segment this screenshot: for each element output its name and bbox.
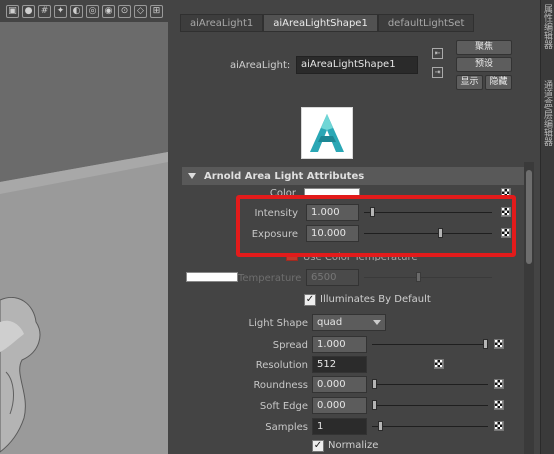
- viewport-scene: [0, 22, 168, 454]
- soft-edge-label: Soft Edge: [259, 401, 308, 412]
- attribute-editor-side-tab[interactable]: 属性编辑器: [542, 4, 554, 68]
- show-button[interactable]: 显示: [456, 75, 483, 90]
- camera-icon[interactable]: ◎: [86, 4, 99, 18]
- resolution-map-icon[interactable]: [434, 359, 444, 369]
- spread-label: Spread: [272, 340, 308, 351]
- samples-slider-track[interactable]: [372, 426, 488, 427]
- node-name-row: aiAreaLight: aiAreaLightShape1: [230, 56, 420, 74]
- roundness-slider-track[interactable]: [372, 384, 488, 385]
- temperature-slider-track[interactable]: [364, 277, 492, 278]
- samples-field[interactable]: 1: [312, 418, 367, 435]
- wireframe-icon[interactable]: ▣: [6, 4, 19, 18]
- soft-edge-field[interactable]: 0.000: [312, 397, 367, 414]
- light-icon[interactable]: ✦: [54, 4, 67, 18]
- arnold-logo: [301, 107, 353, 159]
- light-shape-value: quad: [317, 317, 343, 328]
- viewport-toolbar: ▣ ● # ✦ ◐ ◎ ◉ ⊙ ◇ ⊞: [0, 0, 168, 22]
- node-name-input[interactable]: aiAreaLightShape1: [296, 56, 418, 74]
- grid-icon[interactable]: #: [38, 4, 51, 18]
- channel-box-side-tab[interactable]: 通道盒/层编辑器: [542, 80, 554, 160]
- attribute-editor: aiAreaLight1 aiAreaLightShape1 defaultLi…: [168, 0, 540, 454]
- collapse-arrow-icon[interactable]: [188, 173, 196, 179]
- spread-map-icon[interactable]: [494, 339, 504, 349]
- node-name-label: aiAreaLight:: [230, 59, 291, 71]
- side-panel-strip: 属性编辑器 通道盒/层编辑器: [540, 0, 554, 454]
- tab-aiarealightshape1[interactable]: aiAreaLightShape1: [263, 14, 378, 32]
- 3d-viewport[interactable]: ▣ ● # ✦ ◐ ◎ ◉ ⊙ ◇ ⊞: [0, 0, 168, 454]
- illuminates-by-default-checkbox[interactable]: ✓: [304, 294, 316, 306]
- normalize-checkbox[interactable]: ✓: [312, 440, 324, 452]
- illuminates-by-default-label: Illuminates By Default: [320, 294, 431, 305]
- joints-icon[interactable]: ⊞: [150, 4, 163, 18]
- tab-defaultlightset[interactable]: defaultLightSet: [377, 14, 475, 32]
- roundness-slider-handle[interactable]: [372, 379, 377, 389]
- isolate-icon[interactable]: ◉: [102, 4, 115, 18]
- resolution-field[interactable]: 512: [312, 356, 367, 373]
- node-tabs: aiAreaLight1 aiAreaLightShape1 defaultLi…: [180, 14, 475, 32]
- arnold-area-light-section-header[interactable]: Arnold Area Light Attributes: [182, 167, 524, 185]
- spread-field[interactable]: 1.000: [312, 336, 367, 353]
- shadow-icon[interactable]: ◐: [70, 4, 83, 18]
- roundness-map-icon[interactable]: [494, 379, 504, 389]
- temperature-slider-handle[interactable]: [415, 272, 421, 282]
- resolution-label: Resolution: [255, 360, 308, 371]
- spread-slider-track[interactable]: [372, 344, 488, 345]
- roundness-field[interactable]: 0.000: [312, 376, 367, 393]
- chevron-down-icon: [373, 320, 381, 325]
- soft-edge-slider-track[interactable]: [372, 405, 488, 406]
- xray-icon[interactable]: ◇: [134, 4, 147, 18]
- swap-node-icon[interactable]: ⇥: [432, 67, 443, 78]
- spread-slider-handle[interactable]: [483, 339, 488, 349]
- temperature-color-swatch: [186, 272, 238, 282]
- scrollbar-thumb[interactable]: [526, 170, 532, 264]
- hide-button[interactable]: 隐藏: [485, 75, 512, 90]
- hud-icon[interactable]: ⊙: [118, 4, 131, 18]
- normalize-label: Normalize: [328, 440, 379, 451]
- soft-edge-map-icon[interactable]: [494, 400, 504, 410]
- smooth-shade-icon[interactable]: ●: [22, 4, 35, 18]
- temperature-label: Temperature: [238, 273, 302, 284]
- samples-map-icon[interactable]: [494, 421, 504, 431]
- roundness-label: Roundness: [253, 380, 308, 391]
- samples-slider-handle[interactable]: [377, 421, 383, 431]
- temperature-field[interactable]: 6500: [306, 269, 359, 286]
- light-shape-dropdown[interactable]: quad: [312, 314, 386, 331]
- select-node-icon[interactable]: ⇤: [432, 48, 443, 59]
- samples-label: Samples: [265, 422, 308, 433]
- section-title: Arnold Area Light Attributes: [204, 170, 365, 182]
- presets-button[interactable]: 预设: [456, 57, 512, 72]
- arnold-a-icon: [310, 114, 344, 152]
- tab-aiarealight1[interactable]: aiAreaLight1: [180, 14, 264, 32]
- light-shape-label: Light Shape: [248, 318, 308, 329]
- highlight-box: [236, 195, 516, 257]
- attribute-scrollbar[interactable]: [524, 162, 534, 454]
- soft-edge-slider-handle[interactable]: [372, 400, 377, 410]
- focus-button[interactable]: 聚焦: [456, 40, 512, 55]
